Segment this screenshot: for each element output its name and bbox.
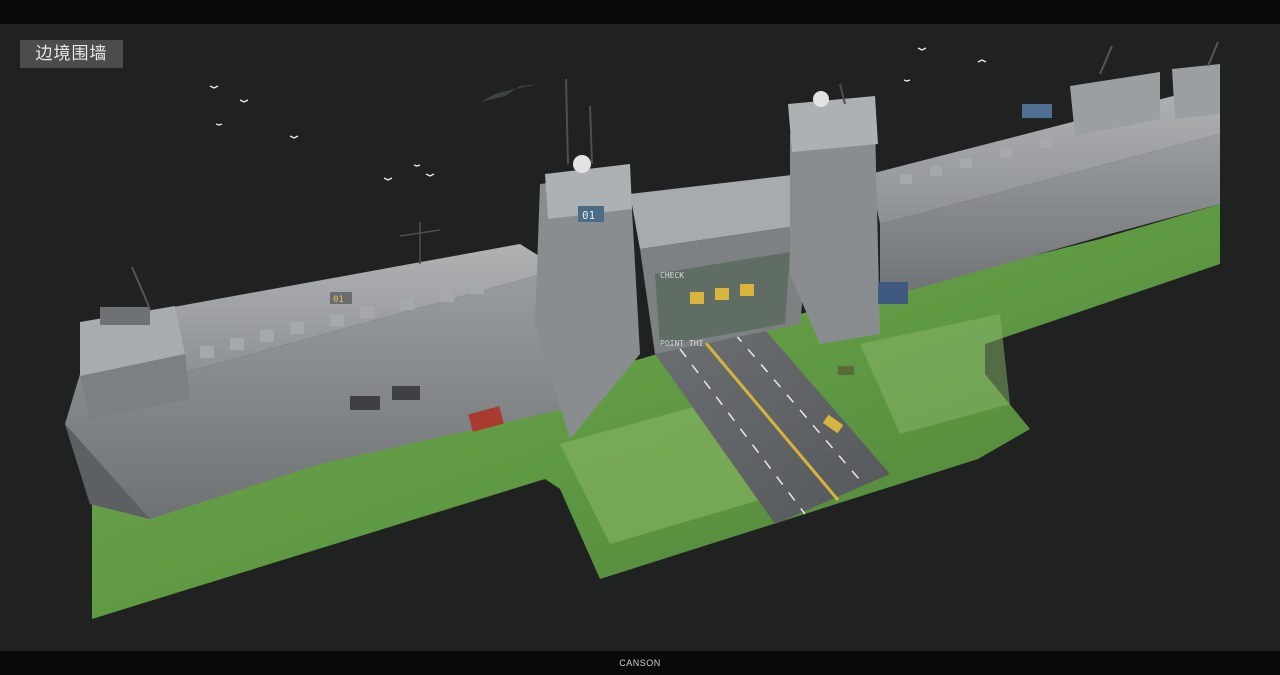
page-title: 边境围墙 bbox=[20, 40, 123, 68]
artwork-canvas: CHECK POINT THI 01 01 边境围墙 bbox=[0, 24, 1280, 651]
blue-red-container bbox=[878, 282, 908, 304]
blue-container bbox=[1022, 104, 1052, 118]
border-wall-illustration: CHECK POINT THI 01 01 bbox=[65, 41, 1220, 619]
tower-antenna bbox=[589, 105, 593, 165]
jeep bbox=[838, 366, 854, 375]
artwork-frame: CHECK POINT THI 01 01 边境围墙 CANSON bbox=[0, 0, 1280, 675]
top-letterbox-bar bbox=[0, 0, 1280, 24]
flag bbox=[480, 82, 566, 102]
wall-number-label: 01 bbox=[333, 295, 344, 305]
tower-antenna bbox=[565, 78, 569, 165]
tower-right-antenna bbox=[1099, 45, 1113, 75]
tower-number-label: 01 bbox=[582, 209, 595, 222]
radar-dome bbox=[573, 155, 591, 173]
tower-main-right-body bbox=[790, 124, 880, 344]
credit-label: CANSON bbox=[0, 651, 1280, 675]
tower-left-gun bbox=[100, 307, 150, 325]
tower-right-2 bbox=[1172, 64, 1220, 119]
tower-main-right-top bbox=[788, 96, 878, 152]
tower-left-antenna bbox=[131, 266, 151, 310]
gate-sign-check: CHECK bbox=[660, 271, 684, 280]
radar-dome bbox=[813, 91, 829, 107]
gate-sign-point: POINT THI bbox=[660, 339, 704, 348]
tower-right-antenna bbox=[1207, 41, 1219, 67]
